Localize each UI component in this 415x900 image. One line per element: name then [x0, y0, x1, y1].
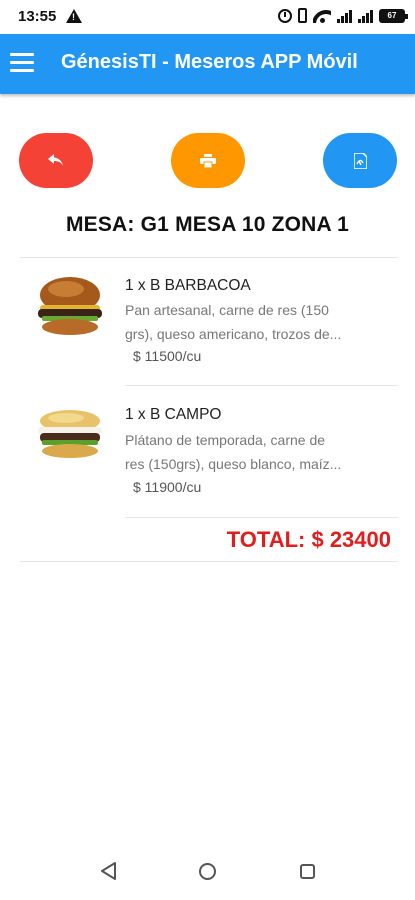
item-description-line: res (150grs), queso blanco, maíz...	[125, 456, 342, 472]
status-time: 13:55	[18, 8, 57, 25]
pdf-button[interactable]	[323, 133, 397, 188]
alarm-icon	[278, 8, 292, 23]
item-description-line: Pan artesanal, carne de res (150	[125, 302, 329, 318]
wifi-icon	[313, 9, 331, 23]
list-item[interactable]: 1 x B BARBACOA Pan artesanal, carne de r…	[20, 257, 398, 385]
pdf-file-icon	[353, 152, 367, 169]
burger-image	[36, 275, 104, 342]
menu-icon[interactable]	[10, 53, 34, 73]
divider	[20, 561, 398, 562]
print-button[interactable]	[171, 133, 245, 188]
printer-icon	[200, 153, 216, 168]
signal-icon	[358, 9, 373, 23]
item-price: $ 11900/cu	[133, 479, 202, 495]
item-name: 1 x B CAMPO	[125, 406, 222, 423]
reply-icon	[48, 153, 64, 168]
table-title: MESA: G1 MESA 10 ZONA 1	[65, 213, 350, 236]
battery-icon: 67	[379, 8, 408, 23]
item-description: Pan artesanal, carne de res (150 grs), q…	[125, 298, 375, 346]
status-icons: 67	[278, 8, 408, 23]
divider	[125, 517, 398, 518]
item-name: 1 x B BARBACOA	[125, 277, 251, 294]
navigation-bar	[0, 840, 415, 900]
item-description-line: grs), queso americano, trozos de...	[125, 326, 342, 342]
item-description: Plátano de temporada, carne de res (150g…	[125, 428, 375, 476]
item-price: $ 11500/cu	[133, 348, 202, 364]
item-description-line: Plátano de temporada, carne de	[125, 432, 326, 448]
burger-image	[36, 407, 104, 464]
order-total: TOTAL: $ 23400	[226, 527, 391, 552]
back-button[interactable]	[19, 133, 93, 188]
nav-back-icon[interactable]	[100, 862, 117, 885]
app-title: GénesisTI - Meseros APP Móvil	[61, 51, 358, 73]
status-bar: 13:55 67	[0, 0, 415, 34]
vibrate-icon	[298, 8, 307, 23]
warning-icon	[66, 9, 82, 23]
nav-recents-icon[interactable]	[300, 864, 315, 879]
list-item[interactable]: 1 x B CAMPO Plátano de temporada, carne …	[20, 385, 398, 517]
nav-home-icon[interactable]	[199, 863, 216, 880]
app-bar: GénesisTI - Meseros APP Móvil	[0, 34, 415, 94]
signal-icon	[337, 9, 352, 23]
